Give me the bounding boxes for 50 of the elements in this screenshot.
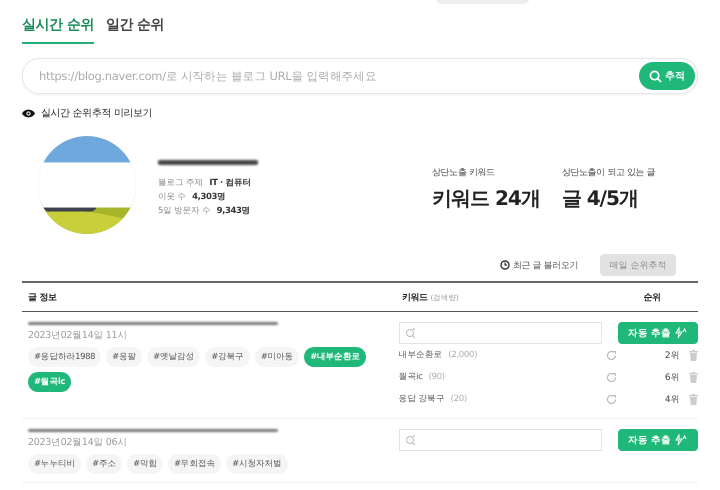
tag-chip[interactable]: #막힘 (127, 454, 163, 474)
summary-value: 글 4/5개 (562, 185, 639, 212)
summary-value: 키워드 24개 (432, 185, 540, 212)
keyword-text: 내부순환로 (398, 349, 442, 361)
trash-icon[interactable] (689, 394, 698, 404)
stat-label: 이웃 수 (158, 191, 186, 203)
refresh-icon[interactable] (606, 350, 617, 360)
post-date: 2023년02월14일 06시 (28, 436, 128, 449)
search-volume: (2,000) (448, 350, 478, 360)
stat-value: IT · 컴퓨터 (209, 177, 252, 189)
keyword-text: 응답 강북구 (398, 393, 445, 405)
tag-chip[interactable]: #시청자처벌 (226, 454, 288, 474)
tag-chip[interactable]: #강북구 (205, 347, 250, 367)
summary-label: 상단노출이 되고 있는 글 (562, 167, 656, 179)
stat-value: 4,303명 (192, 191, 226, 203)
search-icon (649, 70, 662, 82)
preview-label: 실시간 순위추적 미리보기 (41, 107, 152, 120)
tab[interactable]: 실시간 순위 (22, 16, 94, 44)
tag-chip[interactable]: #미아동 (254, 347, 300, 367)
clock-icon (500, 260, 510, 270)
rank-value: 4위 (664, 394, 679, 406)
stat-value: 9,343명 (216, 205, 250, 217)
eye-icon (22, 108, 35, 118)
search-volume: (90) (428, 372, 446, 382)
keyword-field[interactable] (398, 429, 602, 451)
summary-label: 상단노출 키워드 (432, 167, 496, 179)
tag-chip[interactable]: #옛날감성 (147, 347, 200, 367)
keyword-text: 월곡ic (398, 371, 423, 383)
stat-label: 블로그 주제 (158, 177, 204, 189)
refresh-icon[interactable] (606, 394, 617, 404)
tag-chip[interactable]: #우회접속 (168, 454, 222, 474)
tag-chip[interactable]: #응팔 (106, 347, 142, 367)
tag-chip[interactable]: #누누티비 (28, 454, 82, 474)
stat-label: 5일 방문자 수 (158, 205, 211, 217)
trash-icon[interactable] (689, 350, 698, 360)
refresh-icon[interactable] (606, 372, 617, 382)
tag-chip[interactable]: #주소 (86, 454, 122, 474)
trash-icon[interactable] (689, 372, 698, 382)
column-header: 순위 (642, 292, 662, 304)
tab[interactable]: 일간 순위 (106, 16, 164, 44)
tag-chip[interactable]: #응답하라1988 (28, 347, 102, 367)
search-icon (404, 327, 417, 339)
post-date: 2023년02월14일 11시 (28, 329, 128, 342)
rank-value: 2위 (664, 350, 679, 362)
rank-value: 6위 (664, 372, 679, 384)
search-volume: (20) (450, 394, 468, 404)
column-header: 글 정보 (27, 292, 58, 304)
search-icon (404, 434, 417, 446)
keyword-field[interactable] (398, 322, 602, 344)
recent-posts-button[interactable]: 최근 글 불러오기 (494, 258, 584, 272)
